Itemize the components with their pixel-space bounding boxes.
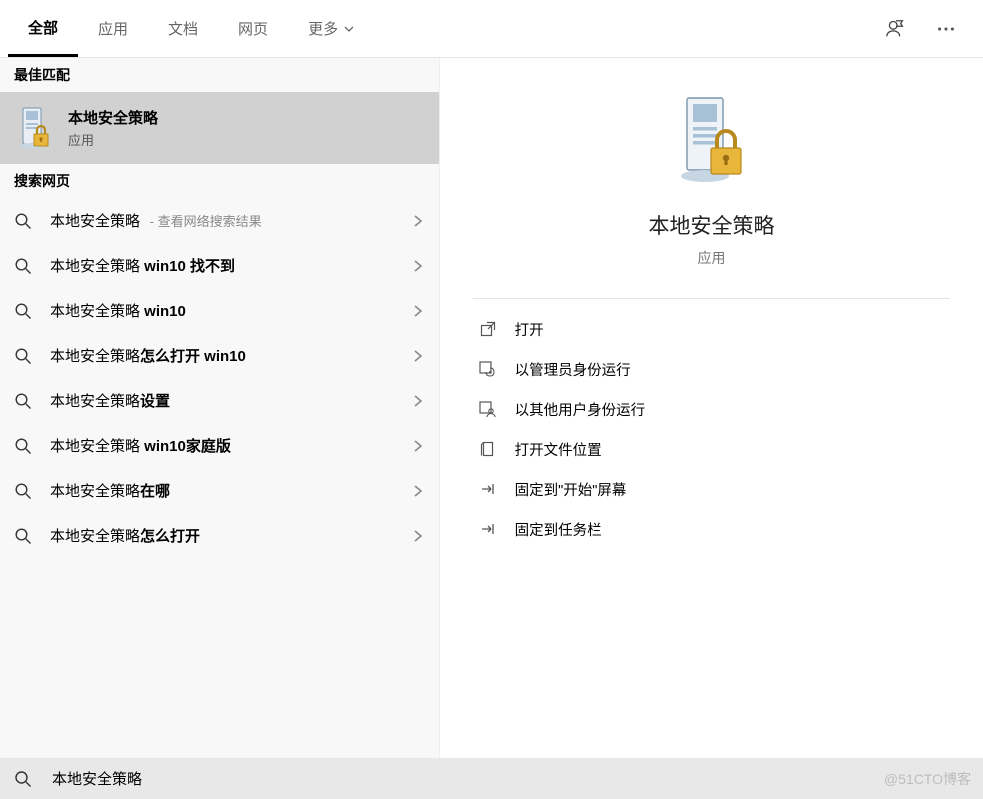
search-icon <box>14 392 32 410</box>
preview-title: 本地安全策略 <box>649 210 775 240</box>
search-icon <box>14 437 32 455</box>
results-panel: 最佳匹配 本地安全策略 应用 搜索网页 本 <box>0 58 439 758</box>
search-icon <box>14 257 32 275</box>
tab-more[interactable]: 更多 <box>288 1 374 57</box>
web-result-text: 本地安全策略 win10家庭版 <box>50 435 393 456</box>
chevron-down-icon <box>344 24 354 34</box>
tab-docs[interactable]: 文档 <box>148 1 218 57</box>
web-result-item[interactable]: 本地安全策略 - 查看网络搜索结果 <box>0 198 439 243</box>
search-web-header: 搜索网页 <box>0 164 439 198</box>
tab-more-label: 更多 <box>308 18 338 39</box>
pin-icon <box>479 520 497 538</box>
chevron-right-icon <box>411 259 425 273</box>
web-result-item[interactable]: 本地安全策略 win10 找不到 <box>0 243 439 288</box>
search-input[interactable] <box>50 769 969 788</box>
action-open-location[interactable]: 打开文件位置 <box>479 429 951 469</box>
action-pin-taskbar[interactable]: 固定到任务栏 <box>479 509 951 549</box>
chevron-right-icon <box>411 214 425 228</box>
search-icon <box>14 482 32 500</box>
chevron-right-icon <box>411 529 425 543</box>
chevron-right-icon <box>411 349 425 363</box>
search-icon <box>14 302 32 320</box>
run-other-icon <box>479 400 497 418</box>
best-match-item[interactable]: 本地安全策略 应用 <box>0 92 439 164</box>
action-run-other[interactable]: 以其他用户身份运行 <box>479 389 951 429</box>
tab-apps[interactable]: 应用 <box>78 1 148 57</box>
folder-icon <box>479 440 497 458</box>
chevron-right-icon <box>411 484 425 498</box>
web-result-text: 本地安全策略在哪 <box>50 480 393 501</box>
tab-web[interactable]: 网页 <box>218 1 288 57</box>
tab-all[interactable]: 全部 <box>8 1 78 57</box>
main-content: 最佳匹配 本地安全策略 应用 搜索网页 本 <box>0 58 983 758</box>
action-open[interactable]: 打开 <box>479 309 951 349</box>
web-results-list: 本地安全策略 - 查看网络搜索结果本地安全策略 win10 找不到本地安全策略 … <box>0 198 439 558</box>
best-match-header: 最佳匹配 <box>0 58 439 92</box>
search-icon <box>14 770 32 788</box>
best-match-title: 本地安全策略 <box>68 107 158 128</box>
chevron-right-icon <box>411 439 425 453</box>
web-result-text: 本地安全策略怎么打开 <box>50 525 393 546</box>
web-result-text: 本地安全策略 - 查看网络搜索结果 <box>50 210 393 231</box>
run-admin-icon <box>479 360 497 378</box>
action-pin-start[interactable]: 固定到"开始"屏幕 <box>479 469 951 509</box>
best-match-subtitle: 应用 <box>68 130 158 149</box>
separator <box>473 298 951 299</box>
web-result-item[interactable]: 本地安全策略在哪 <box>0 468 439 513</box>
web-result-item[interactable]: 本地安全策略怎么打开 <box>0 513 439 558</box>
open-icon <box>479 320 497 338</box>
web-result-item[interactable]: 本地安全策略 win10 <box>0 288 439 333</box>
web-result-text: 本地安全策略 win10 <box>50 300 393 321</box>
web-result-item[interactable]: 本地安全策略 win10家庭版 <box>0 423 439 468</box>
action-label: 固定到任务栏 <box>515 519 602 540</box>
action-label: 打开文件位置 <box>515 439 602 460</box>
action-label: 以管理员身份运行 <box>515 359 631 380</box>
chevron-right-icon <box>411 394 425 408</box>
more-options-icon[interactable] <box>935 18 957 40</box>
preview-icon <box>671 94 753 186</box>
search-bar[interactable] <box>0 758 983 799</box>
actions-list: 打开 以管理员身份运行 以其他用户身份运行 打开文件位置 固定到"开始"屏幕 固… <box>473 309 951 549</box>
web-result-text: 本地安全策略 win10 找不到 <box>50 255 393 276</box>
feedback-icon[interactable] <box>885 18 907 40</box>
web-result-text: 本地安全策略设置 <box>50 390 393 411</box>
preview-panel: 本地安全策略 应用 打开 以管理员身份运行 以其他用户身份运行 打开文件位置 <box>439 58 983 758</box>
action-run-admin[interactable]: 以管理员身份运行 <box>479 349 951 389</box>
search-icon <box>14 347 32 365</box>
preview-subtitle: 应用 <box>698 248 726 268</box>
web-result-item[interactable]: 本地安全策略设置 <box>0 378 439 423</box>
web-result-item[interactable]: 本地安全策略怎么打开 win10 <box>0 333 439 378</box>
web-result-text: 本地安全策略怎么打开 win10 <box>50 345 393 366</box>
search-icon <box>14 212 32 230</box>
action-label: 打开 <box>515 319 544 340</box>
action-label: 固定到"开始"屏幕 <box>515 479 627 500</box>
search-icon <box>14 527 32 545</box>
security-policy-icon <box>14 106 54 150</box>
search-tabs: 全部 应用 文档 网页 更多 <box>0 0 983 58</box>
pin-icon <box>479 480 497 498</box>
action-label: 以其他用户身份运行 <box>515 399 646 420</box>
chevron-right-icon <box>411 304 425 318</box>
